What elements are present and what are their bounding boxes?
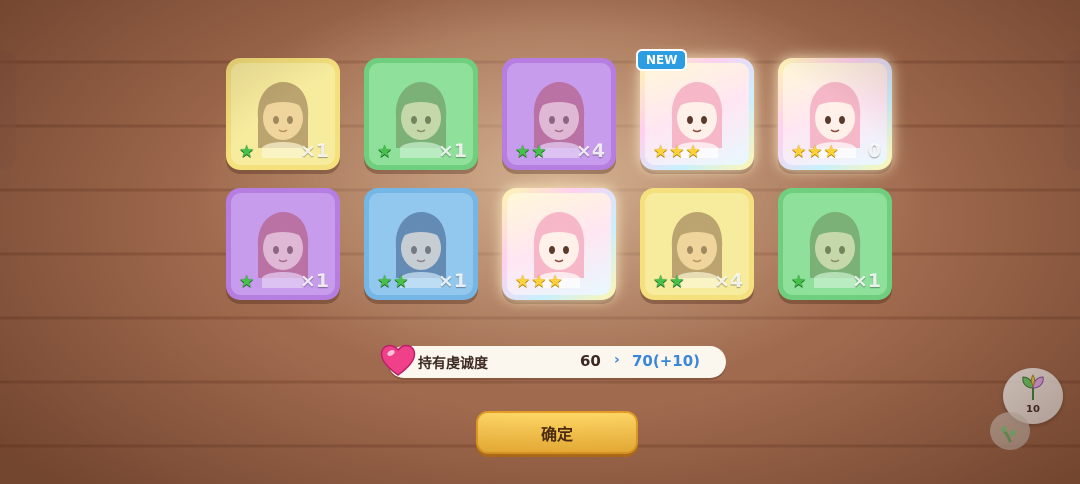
character-card[interactable]: ★ ×1 bbox=[226, 58, 340, 170]
card-inner: ★ ★ ×4 bbox=[507, 63, 611, 165]
character-card[interactable]: NEW ★ ★ ★ bbox=[636, 49, 754, 170]
star-icon: ★ bbox=[653, 142, 669, 162]
card-inner: ★ ★ ×4 bbox=[645, 193, 749, 295]
duplicate-count: ×1 bbox=[299, 140, 329, 162]
star-rating: ★ bbox=[239, 274, 254, 291]
duplicate-count: 0 bbox=[867, 140, 881, 162]
star-rating: ★ bbox=[377, 144, 392, 161]
character-card[interactable]: ★ ×1 bbox=[364, 58, 478, 170]
card-inner: ★ ★ ★ 0 bbox=[783, 63, 887, 165]
card-inner: ★ ×1 bbox=[231, 193, 335, 295]
sprout-icon bbox=[1001, 426, 1016, 443]
duplicate-count: ×1 bbox=[437, 270, 467, 292]
card-inner: ★ ★ ×1 bbox=[369, 193, 473, 295]
character-card[interactable]: ★ ★ ★ 0 bbox=[778, 58, 892, 170]
star-icon: ★ bbox=[669, 142, 685, 162]
star-icon: ★ bbox=[239, 272, 255, 292]
star-icon: ★ bbox=[685, 142, 701, 162]
star-icon: ★ bbox=[377, 272, 393, 292]
star-rating: ★ ★ ★ bbox=[791, 144, 839, 161]
duplicate-count: ×4 bbox=[575, 140, 605, 162]
card-inner: ★ ×1 bbox=[783, 193, 887, 295]
right-edge-panel bbox=[1064, 50, 1080, 170]
star-rating: ★ ★ bbox=[377, 274, 409, 291]
star-rating: ★ ★ ★ bbox=[653, 144, 701, 161]
arrow-right-icon: › bbox=[614, 352, 620, 368]
star-rating: ★ ★ bbox=[653, 274, 685, 291]
star-rating: ★ bbox=[239, 144, 254, 161]
new-badge: NEW bbox=[636, 49, 688, 71]
character-card[interactable]: ★ ★ ★ bbox=[502, 188, 616, 300]
devotion-bar: 持有虔诚度 60 › 70(+10) bbox=[380, 344, 726, 378]
star-icon: ★ bbox=[239, 142, 255, 162]
devotion-current-value: 60 bbox=[580, 352, 601, 370]
star-rating: ★ ★ bbox=[515, 144, 547, 161]
character-card[interactable]: ★ ★ ×4 bbox=[640, 188, 754, 300]
star-icon: ★ bbox=[653, 272, 669, 292]
duplicate-count: ×1 bbox=[437, 140, 467, 162]
character-card[interactable]: ★ ★ ×4 bbox=[502, 58, 616, 170]
card-grid: ★ ×1 ★ ×1 ★ ★ ×4 NEW ★ ★ ★ ★ ★ ★ 0 ★ ×1 ★ ★ ×1 ★ ★ ★ ★ ★ ×4 ★ ×1 bbox=[226, 49, 892, 300]
star-icon: ★ bbox=[531, 142, 547, 162]
card-inner: ★ ×1 bbox=[231, 63, 335, 165]
character-card[interactable]: ★ ★ ×1 bbox=[364, 188, 478, 300]
leaf-icon bbox=[1022, 374, 1044, 400]
devotion-next-value: 70(+10) bbox=[632, 352, 701, 370]
devotion-label: 持有虔诚度 bbox=[418, 356, 488, 372]
character-card[interactable]: ★ ×1 bbox=[226, 188, 340, 300]
star-icon: ★ bbox=[669, 272, 685, 292]
card-inner: ★ ★ ★ bbox=[645, 63, 749, 165]
character-card[interactable]: ★ ×1 bbox=[778, 188, 892, 300]
left-edge-panel bbox=[0, 50, 16, 170]
star-icon: ★ bbox=[393, 272, 409, 292]
star-icon: ★ bbox=[515, 142, 531, 162]
duplicate-count: ×1 bbox=[299, 270, 329, 292]
star-icon: ★ bbox=[531, 272, 547, 292]
card-inner: ★ ★ ★ bbox=[507, 193, 611, 295]
card-inner: ★ ×1 bbox=[369, 63, 473, 165]
duplicate-count: ×1 bbox=[851, 270, 881, 292]
star-icon: ★ bbox=[791, 272, 807, 292]
star-icon: ★ bbox=[547, 272, 563, 292]
star-icon: ★ bbox=[791, 142, 807, 162]
star-icon: ★ bbox=[377, 142, 393, 162]
star-icon: ★ bbox=[515, 272, 531, 292]
star-icon: ★ bbox=[807, 142, 823, 162]
heart-icon bbox=[380, 344, 416, 376]
sprout-bubble[interactable] bbox=[990, 412, 1030, 450]
confirm-button[interactable]: 确定 bbox=[476, 411, 638, 454]
star-icon: ★ bbox=[823, 142, 839, 162]
star-rating: ★ ★ ★ bbox=[515, 274, 563, 291]
star-rating: ★ bbox=[791, 274, 806, 291]
duplicate-count: ×4 bbox=[713, 270, 743, 292]
